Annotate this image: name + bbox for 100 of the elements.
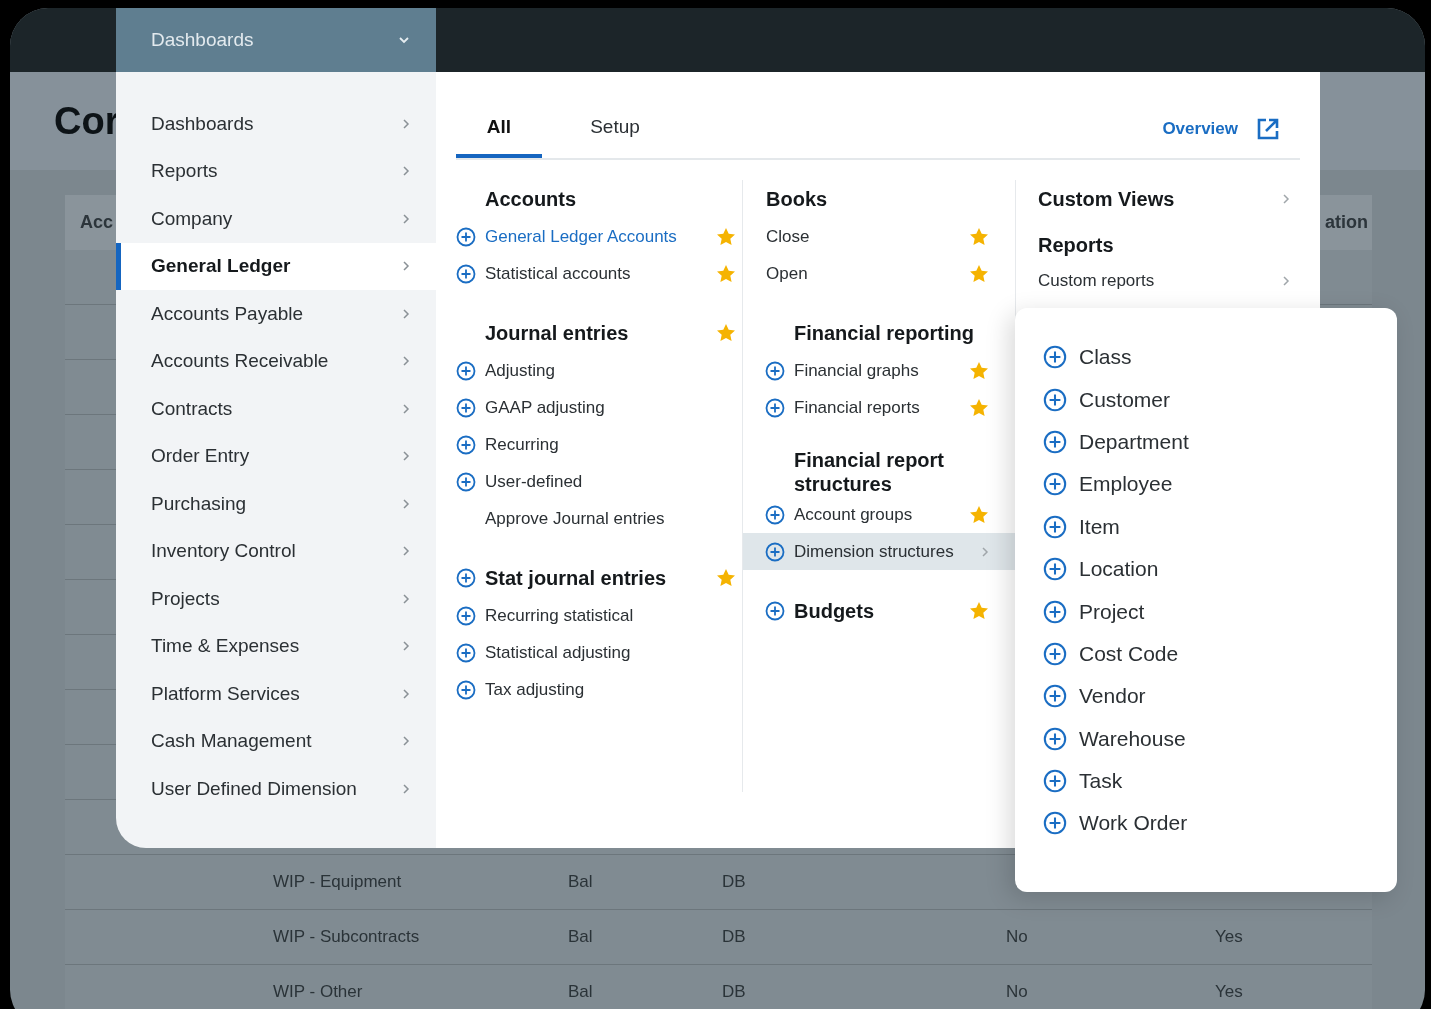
add-icon[interactable] <box>1043 684 1067 709</box>
menu-item[interactable]: Statistical adjusting <box>456 634 742 671</box>
menu-item[interactable]: Custom reports <box>1038 264 1300 298</box>
section-heading[interactable]: Financial reporting <box>743 314 1015 352</box>
add-icon[interactable] <box>765 360 785 381</box>
star-icon[interactable] <box>969 360 989 381</box>
add-icon[interactable] <box>1043 599 1067 624</box>
chevron-right-icon <box>402 497 410 510</box>
chevron-right-icon <box>402 117 410 130</box>
section-heading[interactable]: Books <box>743 180 1015 218</box>
sidebar-item[interactable]: Platform Services <box>116 670 436 718</box>
add-icon[interactable] <box>456 642 476 663</box>
star-icon[interactable] <box>716 323 736 343</box>
menu-item[interactable]: Project <box>1043 590 1397 633</box>
module-dropdown[interactable]: Dashboards <box>116 8 436 72</box>
sidebar-item[interactable]: Cash Management <box>116 717 436 765</box>
chevron-right-icon <box>402 735 410 748</box>
menu-item[interactable]: Close <box>743 218 1015 255</box>
sidebar-item[interactable]: General Ledger <box>116 242 436 290</box>
star-icon[interactable] <box>969 226 989 247</box>
star-icon[interactable] <box>969 601 989 621</box>
star-icon[interactable] <box>969 263 989 284</box>
menu-item[interactable]: GAAP adjusting <box>456 389 742 426</box>
menu-item[interactable]: Adjusting <box>456 352 742 389</box>
add-icon[interactable] <box>1043 769 1067 794</box>
overview-link[interactable]: Overview <box>1162 119 1238 139</box>
menu-item[interactable]: Approve Journal entries <box>456 500 742 537</box>
menu-item[interactable]: Department <box>1043 420 1397 464</box>
section-heading[interactable]: Stat journal entries <box>456 559 742 597</box>
add-icon[interactable] <box>456 360 476 381</box>
menu-item[interactable]: Item <box>1043 505 1397 548</box>
sidebar-item[interactable]: User Defined Dimension <box>116 765 436 813</box>
star-icon[interactable] <box>716 226 736 247</box>
menu-item[interactable]: Dimension structures <box>743 533 1015 570</box>
sidebar-item[interactable]: Time & Expenses <box>116 622 436 670</box>
sidebar-item[interactable]: Purchasing <box>116 480 436 528</box>
add-icon[interactable] <box>1043 387 1067 412</box>
menu-item[interactable]: General Ledger Accounts <box>456 218 742 255</box>
menu-item[interactable]: Work Order <box>1043 802 1397 845</box>
sidebar-item[interactable]: Accounts Payable <box>116 290 436 338</box>
sidebar-item[interactable]: Company <box>116 195 436 243</box>
add-icon[interactable] <box>456 434 476 455</box>
tab[interactable]: Setup <box>572 100 658 158</box>
add-icon[interactable] <box>456 568 476 588</box>
sidebar-item[interactable]: Inventory Control <box>116 527 436 575</box>
menu-item[interactable]: Employee <box>1043 463 1397 506</box>
menu-item[interactable]: User-defined <box>456 463 742 500</box>
section-heading[interactable]: Budgets <box>743 592 1015 630</box>
chevron-right-icon <box>402 545 410 558</box>
section-heading[interactable]: Financial report structures <box>743 448 1015 496</box>
add-icon[interactable] <box>456 397 476 418</box>
section-heading[interactable]: Custom Views <box>1038 180 1300 218</box>
menu-item[interactable]: Location <box>1043 547 1397 591</box>
menu-item[interactable]: Statistical accounts <box>456 255 742 292</box>
menu-item[interactable]: Cost Code <box>1043 632 1397 676</box>
sidebar-item[interactable]: Contracts <box>116 385 436 433</box>
external-link-icon[interactable] <box>1256 117 1280 141</box>
add-icon[interactable] <box>1043 811 1067 836</box>
add-icon[interactable] <box>1043 641 1067 666</box>
sidebar-item[interactable]: Accounts Receivable <box>116 337 436 385</box>
section-heading[interactable]: Accounts <box>456 180 742 218</box>
star-icon[interactable] <box>716 568 736 588</box>
add-icon[interactable] <box>1043 429 1067 454</box>
star-icon[interactable] <box>716 263 736 284</box>
add-icon[interactable] <box>1043 557 1067 582</box>
chevron-right-icon <box>402 687 410 700</box>
add-icon[interactable] <box>765 601 785 621</box>
menu-item[interactable]: Account groups <box>743 496 1015 533</box>
add-icon[interactable] <box>765 504 785 525</box>
add-icon[interactable] <box>456 605 476 626</box>
sidebar-item[interactable]: Projects <box>116 575 436 623</box>
chevron-right-icon <box>1282 275 1290 287</box>
add-icon[interactable] <box>456 226 476 247</box>
menu-item[interactable]: Open <box>743 255 1015 292</box>
star-icon[interactable] <box>969 397 989 418</box>
sidebar-item[interactable]: Order Entry <box>116 432 436 480</box>
menu-item[interactable]: Warehouse <box>1043 717 1397 760</box>
add-icon[interactable] <box>456 679 476 700</box>
add-icon[interactable] <box>1043 514 1067 539</box>
add-icon[interactable] <box>1043 345 1067 370</box>
sidebar-item[interactable]: Reports <box>116 147 436 195</box>
menu-item[interactable]: Recurring statistical <box>456 597 742 634</box>
menu-item[interactable]: Customer <box>1043 378 1397 421</box>
menu-item[interactable]: Tax adjusting <box>456 671 742 708</box>
star-icon[interactable] <box>969 504 989 525</box>
menu-item[interactable]: Vendor <box>1043 675 1397 718</box>
add-icon[interactable] <box>1043 472 1067 497</box>
menu-item[interactable]: Task <box>1043 759 1397 803</box>
menu-item[interactable]: Financial graphs <box>743 352 1015 389</box>
add-icon[interactable] <box>456 471 476 492</box>
add-icon[interactable] <box>765 397 785 418</box>
section-heading[interactable]: Journal entries <box>456 314 742 352</box>
add-icon[interactable] <box>765 541 785 562</box>
menu-item[interactable]: Class <box>1043 336 1397 379</box>
add-icon[interactable] <box>456 263 476 284</box>
section-heading[interactable]: Reports <box>1038 226 1300 264</box>
add-icon[interactable] <box>1043 726 1067 751</box>
menu-item[interactable]: Recurring <box>456 426 742 463</box>
tab[interactable]: All <box>456 100 542 158</box>
menu-item[interactable]: Financial reports <box>743 389 1015 426</box>
